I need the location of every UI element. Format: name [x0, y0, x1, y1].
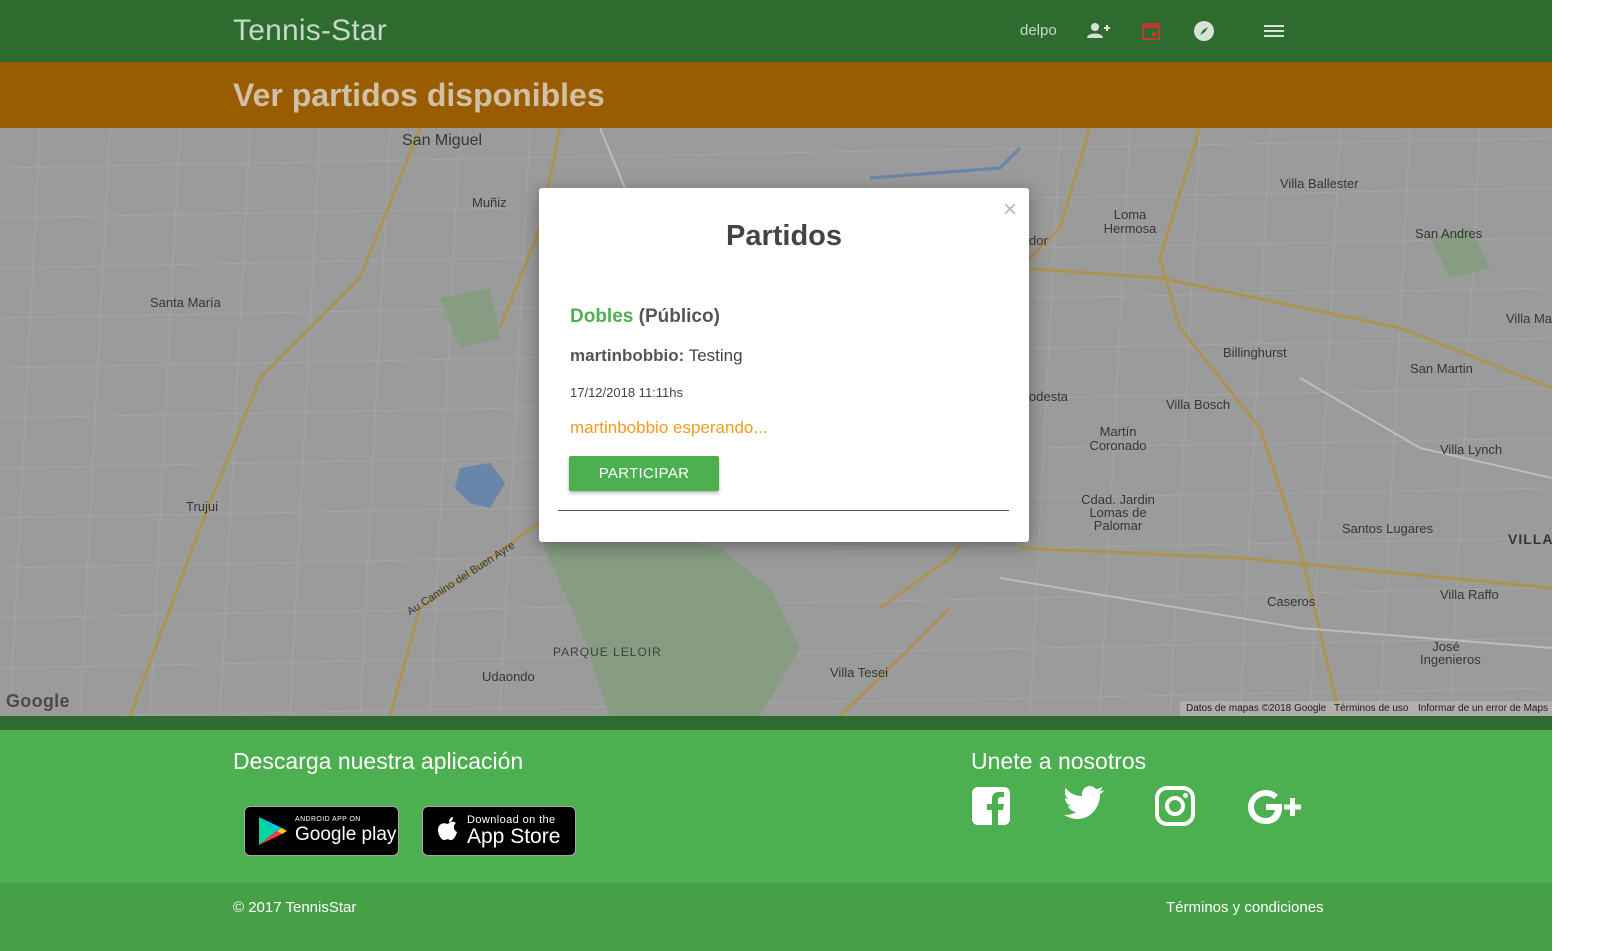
close-icon[interactable]: × — [1003, 198, 1017, 222]
google-plus-icon[interactable] — [1247, 788, 1307, 826]
terms-link[interactable]: Términos y condiciones — [1166, 899, 1324, 916]
app-brand[interactable]: Tennis-Star — [233, 14, 387, 48]
modal-title: Partidos — [725, 220, 843, 252]
people-icon[interactable] — [1085, 18, 1111, 44]
top-navbar: Tennis-Star delpo — [0, 0, 1552, 62]
google-play-big-text: Google play — [295, 824, 397, 845]
username-link[interactable]: delpo — [1020, 22, 1057, 39]
match-type: Dobles (Público) — [570, 306, 720, 328]
divider — [558, 510, 1009, 511]
match-visibility: (Público) — [638, 306, 720, 327]
download-heading: Descarga nuestra aplicación — [233, 748, 524, 774]
footer-band — [0, 716, 1552, 730]
footer: Descarga nuestra aplicación Unete a noso… — [0, 730, 1552, 883]
participate-button[interactable]: PARTICIPAR — [569, 456, 719, 491]
app-store-big-text: App Store — [467, 825, 561, 848]
copyright-bar: © 2017 TennisStar Términos y condiciones — [0, 883, 1552, 951]
copyright-text: © 2017 TennisStar — [233, 899, 357, 916]
page-header: Ver partidos disponibles — [0, 62, 1552, 128]
google-play-small-text: ANDROID APP ON — [295, 816, 361, 823]
match-description: Testing — [688, 346, 743, 365]
facebook-icon[interactable] — [971, 786, 1011, 826]
match-owner-line: martinbobbio: Testing — [570, 346, 743, 366]
match-datetime: 17/12/2018 11:11hs — [570, 385, 684, 400]
google-play-icon — [259, 817, 287, 845]
app-store-badge[interactable]: Download on the App Store — [422, 806, 576, 856]
matches-modal: × Partidos Dobles (Público) martinbobbio… — [539, 188, 1029, 542]
instagram-icon[interactable] — [1155, 786, 1195, 826]
google-play-badge[interactable]: ANDROID APP ON Google play — [244, 806, 399, 856]
match-owner: martinbobbio: — [570, 346, 685, 365]
menu-icon[interactable] — [1261, 18, 1287, 44]
twitter-icon[interactable] — [1064, 786, 1104, 820]
match-status: martinbobbio esperando... — [570, 418, 768, 437]
page-title: Ver partidos disponibles — [233, 77, 605, 113]
compass-icon[interactable] — [1191, 18, 1217, 44]
calendar-icon[interactable] — [1138, 18, 1164, 44]
match-type-label: Dobles — [570, 306, 634, 327]
apple-icon — [438, 817, 457, 841]
join-heading: Unete a nosotros — [971, 748, 1147, 774]
